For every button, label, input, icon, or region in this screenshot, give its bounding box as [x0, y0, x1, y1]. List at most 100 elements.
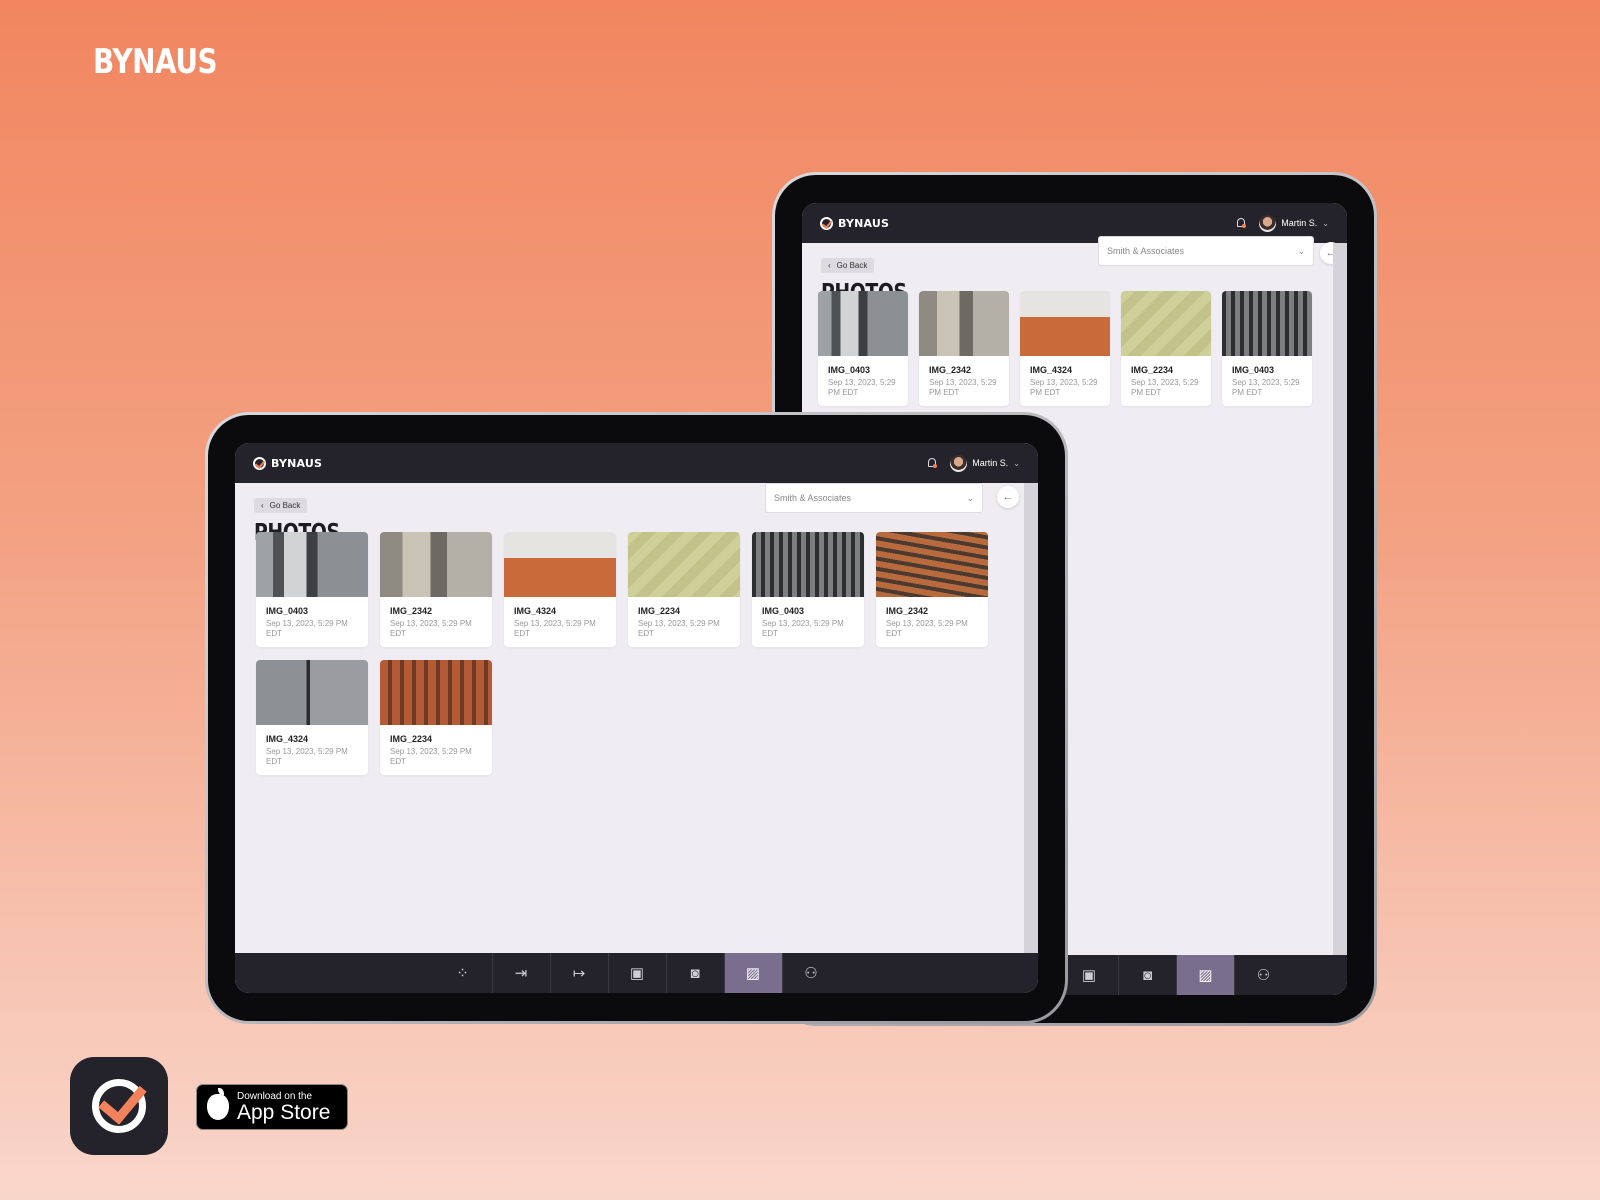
nav-add-user-button[interactable]: ⚇ [1234, 955, 1292, 995]
photo-name: IMG_2342 [390, 606, 433, 616]
photo-name: IMG_2342 [929, 365, 972, 375]
chevron-left-icon: ‹ [261, 501, 264, 510]
photo-date: Sep 13, 2023, 5:29 PM EDT [638, 619, 720, 638]
appstore-big-text: App Store [237, 1100, 331, 1124]
app-icon[interactable] [70, 1057, 168, 1155]
brand-wordmark: BYNAUS [93, 42, 218, 82]
camera-icon: ◙ [1142, 966, 1153, 984]
photo-thumbnail[interactable] [752, 532, 864, 597]
photo-date: Sep 13, 2023, 5:29 PM EDT [266, 747, 348, 766]
go-back-button[interactable]: ‹ Go Back [821, 258, 875, 273]
top-bar: BYNAUS Martin S. ⌄ [235, 443, 1038, 483]
photo-card[interactable]: IMG_4324 Sep 13, 2023, 5:29 PM EDT [504, 532, 616, 647]
nav-document-button[interactable]: ▣ [1060, 955, 1118, 995]
nav-document-button[interactable]: ▣ [607, 953, 666, 993]
scrollbar[interactable] [1333, 243, 1347, 955]
photo-date: Sep 13, 2023, 5:29 PM EDT [390, 619, 472, 638]
photo-thumbnail[interactable] [380, 660, 492, 725]
photo-date: Sep 13, 2023, 5:29 PM EDT [828, 378, 896, 397]
photo-card[interactable]: IMG_2342 Sep 13, 2023, 5:29 PM EDT [919, 291, 1009, 406]
chevron-down-icon: ⌄ [966, 492, 974, 503]
add-user-icon: ⚇ [804, 965, 818, 982]
photo-thumbnail[interactable] [1222, 291, 1312, 356]
camera-icon: ◙ [690, 964, 700, 982]
logo-check-icon [820, 216, 833, 230]
go-back-button[interactable]: ‹ Go Back [254, 498, 308, 513]
photo-thumbnail[interactable] [1020, 291, 1110, 356]
photo-thumbnail[interactable] [380, 532, 492, 597]
company-select[interactable]: Smith & Associates ⌄ [765, 483, 983, 513]
scrollbar[interactable] [1024, 483, 1038, 953]
photo-grid: IMG_0403 Sep 13, 2023, 5:29 PM EDT IMG_234… [256, 532, 988, 775]
app-logo[interactable]: BYNAUS [253, 456, 322, 470]
photo-name: IMG_4324 [1030, 365, 1073, 375]
photo-name: IMG_0403 [266, 606, 309, 616]
user-name: Martin S. [972, 458, 1009, 468]
photo-name: IMG_2342 [886, 606, 929, 616]
photo-thumbnail[interactable] [876, 532, 988, 597]
nav-camera-button[interactable]: ◙ [1118, 955, 1176, 995]
photo-thumbnail[interactable] [1121, 291, 1211, 356]
appstore-small-text: Download on the [237, 1090, 313, 1102]
photos-icon: ▨ [745, 965, 761, 982]
chevron-down-icon: ⌄ [1013, 458, 1020, 468]
document-icon: ▣ [629, 965, 645, 982]
photo-card[interactable]: IMG_4324 Sep 13, 2023, 5:29 PM EDT [256, 660, 368, 775]
collapse-panel-button[interactable]: ← [997, 486, 1019, 508]
user-menu[interactable]: Martin S. ⌄ [1259, 214, 1329, 232]
photo-name: IMG_0403 [828, 365, 871, 375]
photo-date: Sep 13, 2023, 5:29 PM EDT [1030, 378, 1098, 397]
photo-card[interactable]: IMG_0403 Sep 13, 2023, 5:29 PM EDT [752, 532, 864, 647]
photos-icon: ▨ [1198, 967, 1213, 984]
notification-bell-icon[interactable] [926, 457, 938, 469]
user-menu[interactable]: Martin S. ⌄ [950, 454, 1020, 472]
photo-thumbnail[interactable] [818, 291, 908, 356]
photo-thumbnail[interactable] [256, 660, 368, 725]
app-logo[interactable]: BYNAUS [820, 216, 889, 230]
chevron-left-icon: ‹ [828, 261, 831, 270]
notification-bell-icon[interactable] [1235, 217, 1247, 229]
user-name: Martin S. [1281, 218, 1318, 228]
photo-card[interactable]: IMG_0403 Sep 13, 2023, 5:29 PM EDT [1222, 291, 1312, 406]
avatar [1259, 214, 1277, 232]
check-icon [92, 1079, 146, 1133]
nav-check-out-button[interactable]: ↦ [549, 953, 608, 993]
nav-dashboard-button[interactable]: ⁘ [434, 953, 492, 993]
avatar [950, 454, 968, 472]
photo-card[interactable]: IMG_2342 Sep 13, 2023, 5:29 PM EDT [380, 532, 492, 647]
photo-date: Sep 13, 2023, 5:29 PM EDT [266, 619, 348, 638]
photo-thumbnail[interactable] [504, 532, 616, 597]
nav-check-in-button[interactable]: ⇥ [491, 953, 550, 993]
photo-card[interactable]: IMG_2234 Sep 13, 2023, 5:29 PM EDT [1121, 291, 1211, 406]
nav-photos-button[interactable]: ▨ [723, 953, 782, 993]
nav-add-user-button[interactable]: ⚇ [781, 953, 840, 993]
photo-thumbnail[interactable] [256, 532, 368, 597]
photo-card[interactable]: IMG_2234 Sep 13, 2023, 5:29 PM EDT [380, 660, 492, 775]
photo-thumbnail[interactable] [919, 291, 1009, 356]
logo-check-icon [253, 456, 266, 470]
photo-thumbnail[interactable] [628, 532, 740, 597]
photo-name: IMG_4324 [514, 606, 557, 616]
photo-date: Sep 13, 2023, 5:29 PM EDT [762, 619, 844, 638]
photo-date: Sep 13, 2023, 5:29 PM EDT [514, 619, 596, 638]
nav-camera-button[interactable]: ◙ [665, 953, 724, 993]
photo-name: IMG_4324 [266, 734, 309, 744]
chevron-down-icon: ⌄ [1297, 245, 1305, 256]
document-icon: ▣ [1081, 967, 1097, 984]
company-select[interactable]: Smith & Associates ⌄ [1098, 236, 1314, 266]
add-user-icon: ⚇ [1256, 967, 1271, 984]
photo-card[interactable]: IMG_2234 Sep 13, 2023, 5:29 PM EDT [628, 532, 740, 647]
photo-card[interactable]: IMG_0403 Sep 13, 2023, 5:29 PM EDT [818, 291, 908, 406]
photo-name: IMG_2234 [390, 734, 433, 744]
apple-icon [207, 1088, 229, 1120]
photo-card[interactable]: IMG_2342 Sep 13, 2023, 5:29 PM EDT [876, 532, 988, 647]
photo-date: Sep 13, 2023, 5:29 PM EDT [390, 747, 472, 766]
front-tablet: BYNAUS Martin S.⌄ ‹Go Back PHOTOS Smith … [205, 412, 1068, 1024]
photo-card[interactable]: IMG_0403 Sep 13, 2023, 5:29 PM EDT [256, 532, 368, 647]
photo-date: Sep 13, 2023, 5:29 PM EDT [929, 378, 997, 397]
photo-card[interactable]: IMG_4324 Sep 13, 2023, 5:29 PM EDT [1020, 291, 1110, 406]
app-store-badge[interactable]: Download on the App Store [196, 1084, 348, 1130]
photo-name: IMG_0403 [762, 606, 805, 616]
nav-photos-button[interactable]: ▨ [1176, 955, 1234, 995]
photo-date: Sep 13, 2023, 5:29 PM EDT [886, 619, 968, 638]
